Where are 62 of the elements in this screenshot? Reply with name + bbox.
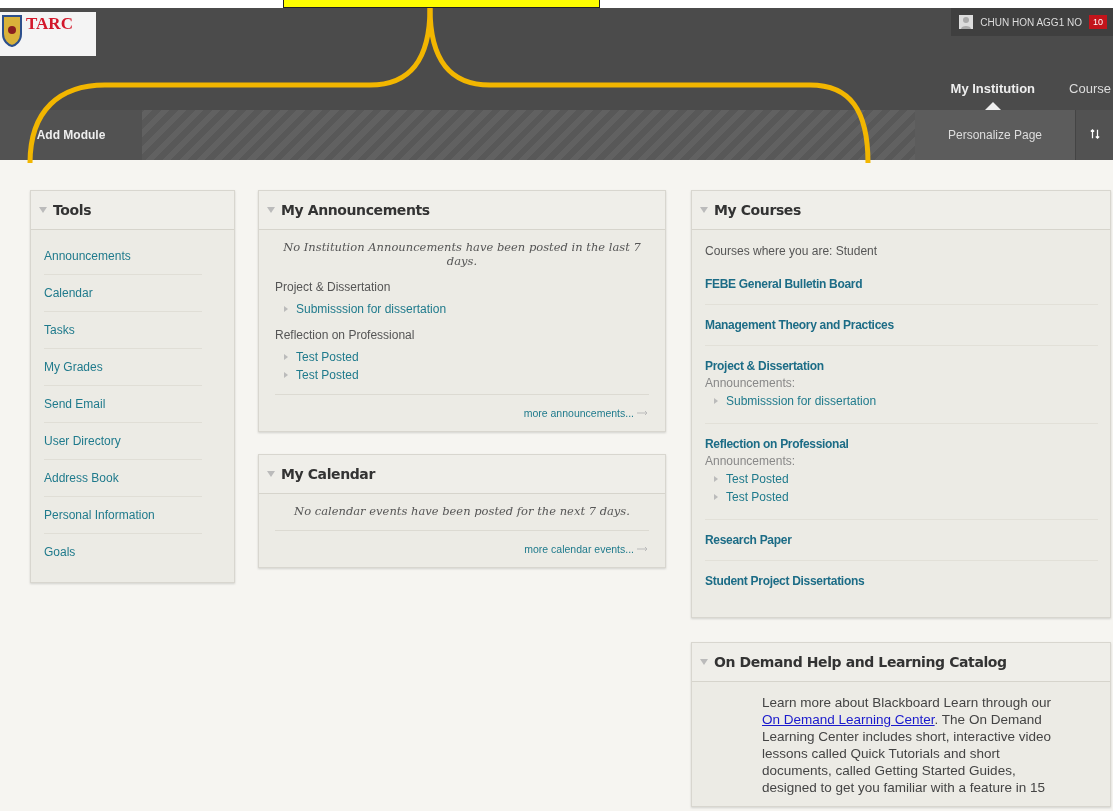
bullet-icon bbox=[284, 306, 288, 312]
tool-link[interactable]: Goals bbox=[44, 534, 202, 570]
avatar-icon bbox=[959, 15, 974, 29]
logo: TARC bbox=[0, 12, 96, 56]
user-menu[interactable]: CHUN HON AGG1 NO 10 bbox=[951, 8, 1113, 36]
reorder-button[interactable] bbox=[1075, 110, 1113, 160]
tool-link[interactable]: User Directory bbox=[44, 423, 202, 460]
empty-message: No calendar events have been posted for the next 7 days. bbox=[293, 504, 631, 518]
announcements-label: Announcements: bbox=[705, 454, 797, 468]
panel-title: My Courses bbox=[714, 202, 801, 218]
announcement-link[interactable]: Test Posted bbox=[726, 488, 789, 506]
user-name: CHUN HON AGG1 NO bbox=[980, 16, 1082, 28]
collapse-icon[interactable] bbox=[700, 207, 708, 213]
crest-icon bbox=[2, 14, 22, 48]
course-name: Reflection on Professional bbox=[275, 328, 416, 342]
course-link[interactable]: Project & Dissertation bbox=[705, 359, 1098, 373]
tool-link[interactable]: Announcements bbox=[44, 238, 202, 275]
bullet-icon bbox=[714, 476, 718, 482]
add-module-button[interactable]: Add Module bbox=[0, 110, 142, 160]
notification-count[interactable]: 10 bbox=[1089, 15, 1107, 29]
tool-link[interactable]: Send Email bbox=[44, 386, 202, 423]
course-link[interactable]: Reflection on Professional bbox=[705, 437, 1098, 451]
announcement-link[interactable]: Test Posted bbox=[296, 348, 359, 366]
empty-message: No Institution Announcements have been posted in the last 7 days. bbox=[282, 240, 642, 268]
panel-title: On Demand Help and Learning Catalog bbox=[714, 654, 1007, 670]
bullet-icon bbox=[284, 372, 288, 378]
course-link[interactable]: Research Paper bbox=[705, 533, 1098, 547]
bullet-icon bbox=[714, 398, 718, 404]
course-link[interactable]: Student Project Dissertations bbox=[705, 574, 1098, 588]
course-link[interactable]: Management Theory and Practices bbox=[705, 318, 1098, 332]
tool-link[interactable]: Address Book bbox=[44, 460, 202, 497]
collapse-icon[interactable] bbox=[39, 207, 47, 213]
arrow-icon bbox=[637, 546, 649, 552]
panel-title: My Announcements bbox=[281, 202, 430, 218]
announcement-link[interactable]: Test Posted bbox=[296, 366, 359, 384]
tool-link[interactable]: My Grades bbox=[44, 349, 202, 386]
announcement-link[interactable]: Submisssion for dissertation bbox=[726, 392, 877, 410]
nav-tab[interactable]: Course bbox=[1069, 81, 1111, 110]
collapse-icon[interactable] bbox=[267, 471, 275, 477]
collapse-icon[interactable] bbox=[267, 207, 275, 213]
tool-link[interactable]: Calendar bbox=[44, 275, 202, 312]
help-paragraph: Learn more about Blackboard Learn through our On Demand Learning Center. The On Demand Learning Center includes short, interactive video lessons called Quick Tutorials and short documents, called Getting Started Guides, designed to get you familiar with a feature in 15 bbox=[761, 694, 1052, 797]
panel-title: Tools bbox=[53, 202, 92, 218]
collapse-icon[interactable] bbox=[700, 659, 708, 665]
course-link[interactable]: FEBE General Bulletin Board bbox=[705, 277, 1098, 291]
personalize-page-button[interactable]: Personalize Page bbox=[915, 110, 1075, 160]
course-name: Project & Dissertation bbox=[275, 280, 392, 294]
bullet-icon bbox=[284, 354, 288, 360]
nav-tab[interactable]: My Institution bbox=[950, 81, 1036, 110]
bullet-icon bbox=[714, 494, 718, 500]
announcement-link[interactable]: Test Posted bbox=[726, 470, 789, 488]
tool-link[interactable]: Personal Information bbox=[44, 497, 202, 534]
more-link[interactable]: more calendar events... bbox=[524, 543, 634, 555]
courses-intro: Courses where you are: Student bbox=[705, 244, 879, 258]
announcement-link[interactable]: Submisssion for dissertation bbox=[296, 300, 447, 318]
more-link[interactable]: more announcements... bbox=[523, 407, 634, 419]
arrow-icon bbox=[637, 410, 649, 416]
sort-icon bbox=[1089, 127, 1100, 140]
learning-center-link[interactable]: On Demand Learning Center bbox=[762, 712, 935, 727]
announcements-label: Announcements: bbox=[705, 376, 797, 390]
tool-link[interactable]: Tasks bbox=[44, 312, 202, 349]
panel-title: My Calendar bbox=[281, 466, 375, 482]
